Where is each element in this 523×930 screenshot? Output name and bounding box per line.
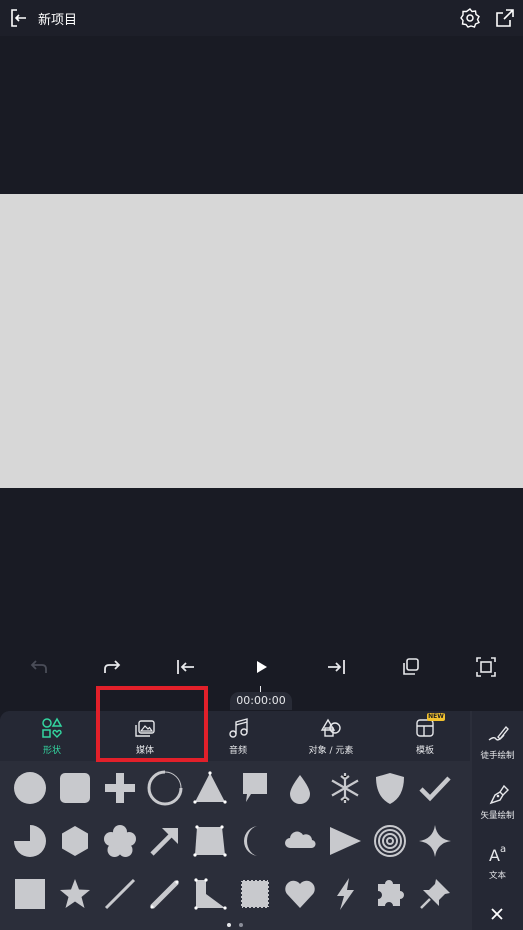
play-triangle-shape-icon[interactable] [327,823,363,859]
svg-text:A: A [489,846,500,865]
tab-templates[interactable]: NEW 模板 [395,711,455,761]
jump-end-icon[interactable] [323,654,349,680]
text-icon: A a [489,844,506,865]
gear-icon[interactable] [459,7,481,29]
triangle-shape-icon[interactable] [192,770,228,806]
objects-icon [320,718,341,737]
freehand-pen-icon [488,725,509,741]
speech-bubble-shape-icon[interactable] [237,770,273,806]
text-button[interactable]: A a 文本 [472,841,523,881]
exit-icon[interactable] [8,7,30,29]
cloud-shape-icon[interactable] [282,823,318,859]
pencil-line-shape-icon[interactable] [147,876,183,912]
media-tab-highlight [96,686,208,762]
pushpin-shape-icon[interactable] [417,876,453,912]
playback-toolbar [0,646,523,686]
top-bar: 新项目 [0,0,523,36]
vector-draw-button[interactable]: 矢量绘制 [472,783,523,821]
circle-shape-icon[interactable] [12,770,48,806]
vector-pen-icon [489,784,509,805]
shape-grid [8,767,468,917]
text-label: 文本 [488,871,506,881]
drop-shape-icon[interactable] [282,770,318,806]
vector-draw-label: 矢量绘制 [480,811,515,821]
project-canvas[interactable] [0,194,523,488]
tab-label: 对象 / 元素 [308,746,354,756]
page-dot [239,923,243,927]
share-icon[interactable] [494,7,516,29]
snowflake-shape-icon[interactable] [327,770,363,806]
plus-shape-icon[interactable] [102,770,138,806]
undo-icon[interactable] [26,654,52,680]
ring-arc-shape-icon[interactable] [147,770,183,806]
pie-shape-icon[interactable] [12,823,48,859]
shield-shape-icon[interactable] [372,770,408,806]
page-dot-active [227,923,231,927]
check-shape-icon[interactable] [417,770,453,806]
freehand-draw-label: 徒手绘制 [480,751,515,761]
star-shape-icon[interactable] [57,876,93,912]
puzzle-shape-icon[interactable] [372,876,408,912]
square-shape-icon[interactable] [12,876,48,912]
fit-screen-icon[interactable] [473,654,499,680]
rounded-square-shape-icon[interactable] [57,770,93,806]
tab-label: 模板 [415,746,434,756]
page-indicator [225,923,249,929]
music-note-icon [229,718,248,738]
tab-objects[interactable]: 对象 / 元素 [296,711,366,761]
jump-start-icon[interactable] [173,654,199,680]
tab-audio[interactable]: 音频 [208,711,268,761]
shapes-icon [42,717,63,738]
redo-icon[interactable] [99,654,125,680]
quad-shape-icon[interactable] [192,823,228,859]
heart-shape-icon[interactable] [282,876,318,912]
play-icon[interactable] [248,654,274,680]
bent-quad-shape-icon[interactable] [192,876,228,912]
crescent-shape-icon[interactable] [237,823,273,859]
svg-text:a: a [500,844,506,855]
arrow-shape-icon[interactable] [147,823,183,859]
timeline[interactable]: 00:00:00 [0,686,523,710]
tab-label: 形状 [42,746,61,756]
freehand-draw-button[interactable]: 徒手绘制 [472,723,523,761]
time-display: 00:00:00 [230,692,292,710]
tab-shapes[interactable]: 形状 [22,711,82,761]
hexagon-shape-icon[interactable] [57,823,93,859]
sparkle-shape-icon[interactable] [417,823,453,859]
close-icon[interactable] [490,907,504,921]
tab-label: 音频 [228,746,247,756]
asset-tabs: 形状 媒体 音频 对象 / 元素 NEW 模板 [0,711,470,761]
lightning-shape-icon[interactable] [327,876,363,912]
copy-icon[interactable] [398,654,424,680]
flower-shape-icon[interactable] [102,823,138,859]
spiral-shape-icon[interactable] [372,823,408,859]
project-title: 新项目 [38,13,78,28]
new-badge: NEW [427,713,445,721]
line-shape-icon[interactable] [102,876,138,912]
asset-panel: 形状 媒体 音频 对象 / 元素 NEW 模板 徒手绘制 矢量绘制 A a 文本 [0,711,523,930]
stamp-shape-icon[interactable] [237,876,273,912]
side-tools: 徒手绘制 矢量绘制 A a 文本 [472,711,523,930]
